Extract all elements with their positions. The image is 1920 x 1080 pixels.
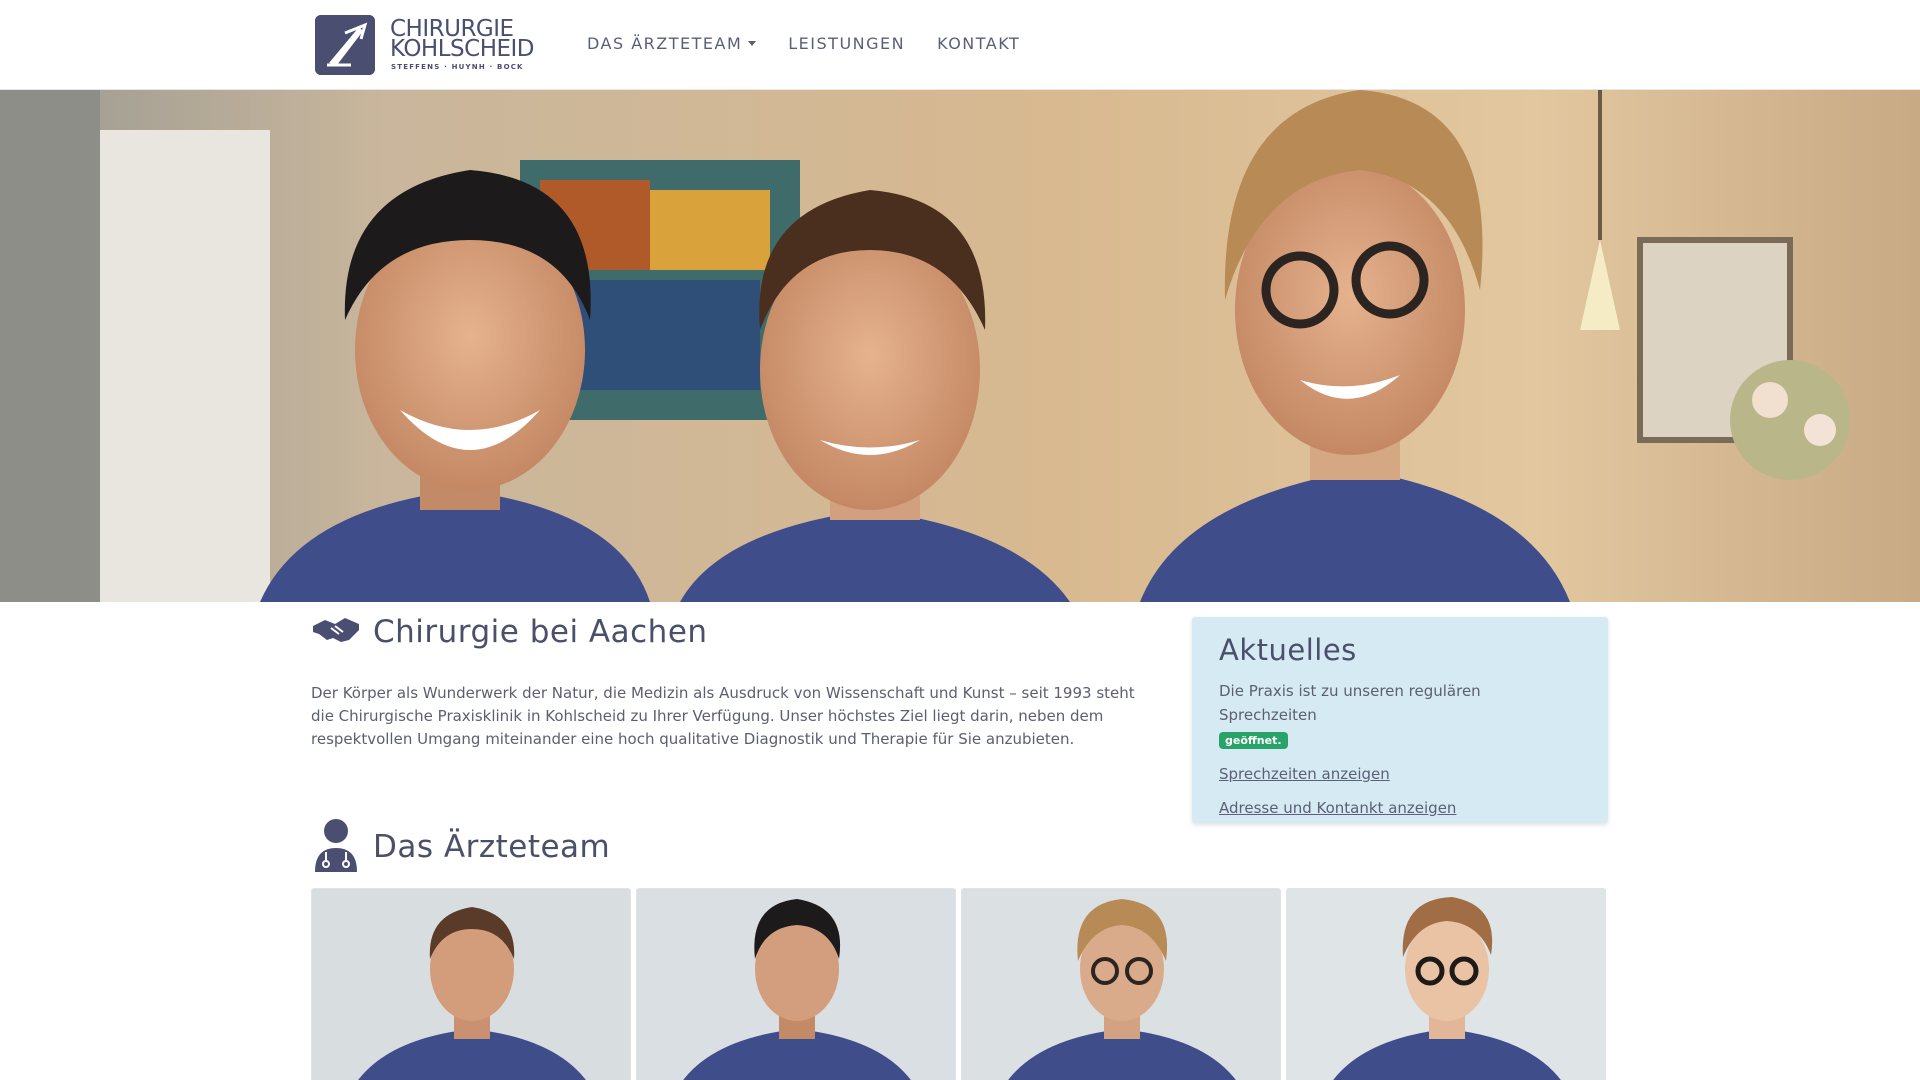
site-logo[interactable]: CHIRURGIE KOHLSCHEID STEFFENS · HUYNH · …: [315, 15, 535, 75]
show-hours-link[interactable]: Sprechzeiten anzeigen: [1219, 765, 1581, 783]
intro-section: Chirurgie bei Aachen Der Körper als Wund…: [311, 612, 1151, 751]
team-section: Das Ärzteteam: [311, 818, 1608, 1080]
nav-item-label: KONTAKT: [937, 34, 1021, 53]
main-nav: DAS ÄRZTETEAM LEISTUNGEN KONTAKT: [587, 34, 1020, 53]
navbar: CHIRURGIE KOHLSCHEID STEFFENS · HUYNH · …: [0, 0, 1920, 90]
caret-down-icon: [748, 41, 757, 46]
doctor-icon: [311, 818, 361, 876]
intro-title: Chirurgie bei Aachen: [373, 614, 708, 650]
team-card-4[interactable]: [1286, 888, 1606, 1080]
team-card-1[interactable]: [311, 888, 631, 1080]
intro-heading: Chirurgie bei Aachen: [311, 612, 1151, 652]
news-title: Aktuelles: [1219, 633, 1357, 667]
status-badge: geöffnet.: [1219, 732, 1288, 749]
opening-status: Die Praxis ist zu unseren regulären Spre…: [1219, 679, 1581, 751]
nav-item-aerzteteam[interactable]: DAS ÄRZTETEAM: [587, 34, 757, 53]
team-title: Das Ärzteteam: [373, 829, 611, 865]
intro-text: Der Körper als Wunderwerk der Natur, die…: [311, 684, 1135, 748]
opening-status-text: Die Praxis ist zu unseren regulären Spre…: [1219, 682, 1481, 724]
doctor-portrait-2: [637, 889, 955, 1080]
team-card-2[interactable]: [636, 888, 956, 1080]
doctor-portrait-3: [962, 889, 1280, 1080]
hero-photo: [0, 90, 1920, 602]
nav-item-label: DAS ÄRZTETEAM: [587, 34, 743, 53]
scalpel-logo-icon: [315, 15, 375, 75]
team-grid: [311, 888, 1608, 1080]
team-card-3[interactable]: [961, 888, 1281, 1080]
nav-item-kontakt[interactable]: KONTAKT: [937, 34, 1020, 53]
team-heading: Das Ärzteteam: [311, 818, 1608, 876]
handshake-icon: [311, 612, 361, 652]
nav-item-leistungen[interactable]: LEISTUNGEN: [788, 34, 905, 53]
show-contact-link[interactable]: Adresse und Kontankt anzeigen: [1219, 799, 1581, 817]
doctor-portrait-4: [1287, 889, 1605, 1080]
doctor-portrait-1: [312, 889, 630, 1080]
nav-item-label: LEISTUNGEN: [788, 34, 906, 53]
news-box: Aktuelles Die Praxis ist zu unseren regu…: [1192, 617, 1608, 823]
logo-line-3: STEFFENS · HUYNH · BOCK: [391, 63, 524, 71]
logo-line-2: KOHLSCHEID: [390, 36, 535, 62]
